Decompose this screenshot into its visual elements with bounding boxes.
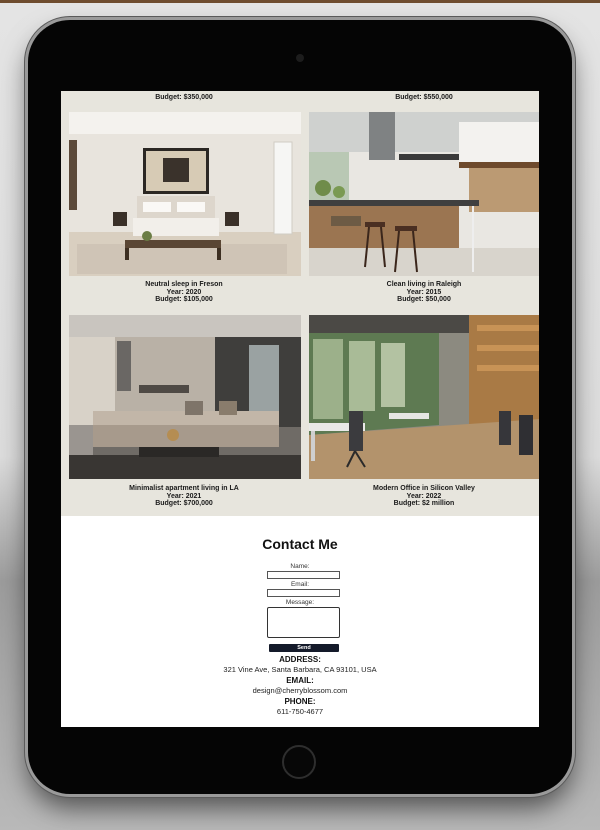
address-heading: ADDRESS:: [279, 655, 321, 664]
tablet-device-frame: Budget: $350,000 Budget: $550,000 Neutra…: [28, 20, 572, 794]
project-budget: Budget: $550,000: [395, 94, 453, 101]
background-top-strip: [0, 0, 600, 3]
project-title: Clean living in Raleigh: [386, 281, 462, 288]
project-title: Minimalist apartment living in LA: [129, 485, 239, 492]
email-value[interactable]: design@cherryblossom.com: [61, 686, 539, 695]
project-title: Neutral sleep in Freson: [145, 281, 223, 288]
send-button[interactable]: Send: [269, 644, 339, 652]
project-budget: Budget: $50,000: [397, 296, 451, 304]
email-heading: EMAIL:: [286, 676, 314, 685]
email-label: Email:: [290, 581, 310, 588]
project-photo-office[interactable]: [309, 315, 539, 479]
project-budget: Budget: $2 million: [393, 500, 455, 508]
name-input[interactable]: [267, 571, 340, 579]
contact-title: Contact Me: [262, 536, 338, 552]
project-budget: Budget: $350,000: [155, 94, 213, 101]
message-label: Message:: [285, 599, 315, 606]
gallery-caption-top-right: Budget: $550,000: [309, 94, 539, 102]
front-camera: [296, 54, 304, 62]
phone-value[interactable]: 611-750-4677: [61, 707, 539, 716]
gallery-caption-top-left: Budget: $350,000: [69, 94, 299, 102]
address-value: 321 Vine Ave, Santa Barbara, CA 93101, U…: [223, 665, 377, 674]
project-budget: Budget: $105,000: [155, 296, 213, 304]
phone-heading: PHONE:: [284, 697, 316, 706]
project-gallery: Budget: $350,000 Budget: $550,000 Neutra…: [61, 91, 539, 516]
project-year: Year: 2022: [406, 492, 442, 500]
message-textarea[interactable]: [267, 607, 340, 638]
project-photo-kitchen[interactable]: [309, 112, 539, 276]
project-caption: Minimalist apartment living in LA Year: …: [69, 485, 299, 508]
contact-section: Contact Me Name: Email: Message: Send AD…: [61, 516, 539, 727]
project-year: Year: 2021: [166, 492, 202, 500]
home-button[interactable]: [282, 745, 316, 779]
project-photo-bedroom[interactable]: [69, 112, 301, 276]
project-year: Year: 2020: [166, 288, 202, 296]
project-photo-living-room[interactable]: [69, 315, 301, 479]
project-budget: Budget: $700,000: [155, 500, 213, 508]
name-label: Name:: [290, 563, 310, 570]
tablet-screen: Budget: $350,000 Budget: $550,000 Neutra…: [61, 91, 539, 727]
project-caption: Neutral sleep in Freson Year: 2020 Budge…: [69, 281, 299, 304]
project-caption: Clean living in Raleigh Year: 2015 Budge…: [309, 281, 539, 304]
project-year: Year: 2015: [406, 288, 442, 296]
project-title: Modern Office in Silicon Valley: [373, 485, 475, 492]
project-caption: Modern Office in Silicon Valley Year: 20…: [309, 485, 539, 508]
email-input[interactable]: [267, 589, 340, 597]
